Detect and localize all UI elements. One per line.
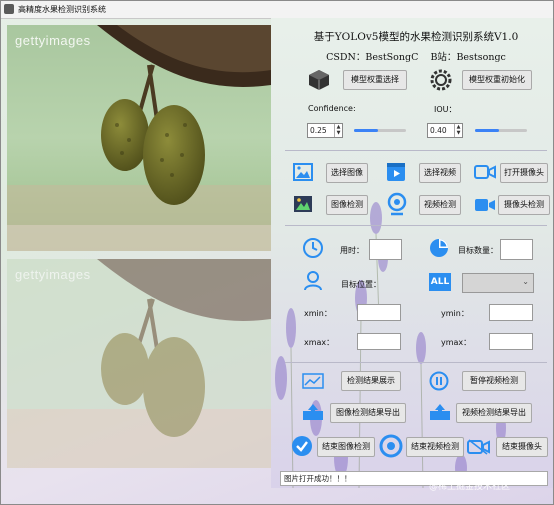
confidence-spinbox[interactable]: 0.25 ▲ ▼ [307, 123, 343, 138]
image-detect-button[interactable]: 图像检测 [326, 195, 368, 215]
image-icon [293, 163, 313, 181]
check-circle-icon [292, 436, 312, 456]
durian-original-image [7, 25, 271, 251]
ymax-label: ymax： [441, 338, 472, 347]
xmax-label: xmax： [304, 338, 335, 347]
app-window: 高精度水果检测识别系统 gettyimages gettyimages 基于YO… [0, 0, 554, 505]
iou-label: IOU： [434, 105, 457, 114]
gear-icon [430, 69, 452, 91]
ymax-field [489, 333, 533, 350]
bilibili-label: B站： [430, 52, 457, 63]
footer-watermark: @稀土掘金技术社区 [429, 482, 511, 492]
time-field [369, 239, 402, 260]
export-icon [303, 404, 323, 420]
pause-video-detect-button[interactable]: 暂停视频检测 [462, 371, 526, 391]
end-video-detect-button[interactable]: 结束视频检测 [406, 437, 464, 457]
camera-off-icon [467, 439, 490, 455]
export-icon [430, 404, 450, 420]
confidence-value: 0.25 [310, 126, 327, 135]
iou-value: 0.40 [430, 126, 447, 135]
iou-spinbox[interactable]: 0.40 ▲ ▼ [427, 123, 463, 138]
durian-result-image [7, 259, 271, 468]
original-image-panel: gettyimages [7, 25, 271, 251]
chevron-down-icon: ⌄ [522, 277, 529, 286]
confidence-slider-fill [354, 129, 378, 132]
export-image-results-button[interactable]: 图像检测结果导出 [330, 403, 406, 423]
app-heading: 基于YOLOv5模型的水果检测识别系统V1.0 [313, 31, 519, 43]
title-bar: 高精度水果检测识别系统 [1, 1, 553, 19]
count-field [500, 239, 533, 260]
xmax-field [357, 333, 401, 350]
author-info: CSDN：BestSongC B站：Bestsongc [285, 49, 547, 63]
result-image-panel: gettyimages [7, 259, 271, 468]
xmin-field [357, 304, 401, 321]
camera-icon [474, 165, 496, 179]
position-label: 目标位置： [341, 280, 381, 289]
show-results-button[interactable]: 检测结果展示 [341, 371, 401, 391]
iou-slider[interactable] [475, 129, 527, 132]
camera-detect-button[interactable]: 摄像头检测 [498, 195, 550, 215]
csdn-value: BestSongC [365, 52, 419, 63]
location-icon [304, 271, 322, 291]
select-video-button[interactable]: 选择视频 [419, 163, 461, 183]
all-targets-icon: ALL [429, 273, 451, 291]
camera-detect-icon [475, 199, 495, 211]
image-watermark: gettyimages [15, 33, 91, 48]
cube-icon [309, 70, 329, 90]
divider [285, 362, 547, 363]
webcam-icon [387, 192, 407, 216]
app-icon [4, 4, 14, 14]
divider [285, 225, 547, 226]
image-watermark: gettyimages [15, 267, 91, 282]
divider [285, 150, 547, 151]
ymin-label: ymin： [441, 309, 469, 318]
csdn-label: CSDN： [326, 52, 366, 63]
confidence-slider[interactable] [354, 129, 406, 132]
open-camera-button[interactable]: 打开摄像头 [500, 163, 548, 183]
count-label: 目标数量： [458, 246, 498, 255]
end-camera-button[interactable]: 结束摄像头 [496, 437, 548, 457]
spin-arrows-icon[interactable]: ▲ ▼ [454, 124, 462, 137]
confidence-label: Confidence: [308, 104, 356, 113]
ymin-field [489, 304, 533, 321]
video-play-icon [387, 163, 405, 181]
pie-chart-icon [430, 239, 448, 257]
iou-slider-fill [475, 129, 499, 132]
bilibili-value: Bestsongc [456, 52, 506, 63]
select-image-button[interactable]: 选择图像 [326, 163, 368, 183]
status-message: 图片打开成功！！！ [284, 474, 352, 483]
export-video-results-button[interactable]: 视频检测结果导出 [456, 403, 532, 423]
xmin-label: xmin： [304, 309, 332, 318]
line-chart-icon [302, 373, 324, 389]
time-label: 用时： [340, 246, 364, 255]
window-title: 高精度水果检测识别系统 [18, 5, 106, 14]
select-model-weight-button[interactable]: 模型权重选择 [343, 70, 407, 90]
pause-icon [429, 371, 449, 391]
image-detect-icon [294, 196, 312, 212]
spin-arrows-icon[interactable]: ▲ ▼ [334, 124, 342, 137]
clock-icon [303, 238, 323, 258]
init-model-weight-button[interactable]: 模型权重初始化 [462, 70, 532, 90]
video-detect-button[interactable]: 视频检测 [419, 195, 461, 215]
end-image-detect-button[interactable]: 结束图像检测 [317, 437, 375, 457]
stop-circle-icon [379, 434, 403, 458]
target-select-dropdown[interactable]: ⌄ [462, 273, 534, 293]
